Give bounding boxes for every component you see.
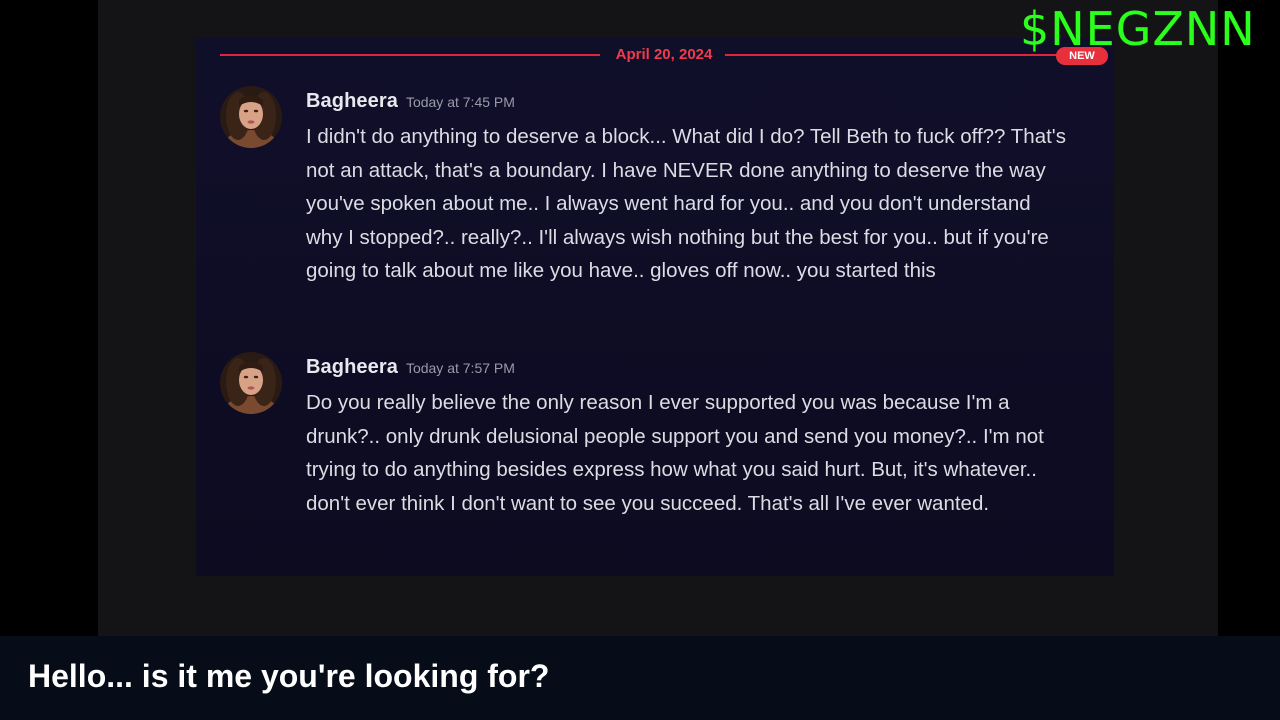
avatar-image [220,352,282,414]
author-name[interactable]: Bagheera [306,90,398,112]
message-header: Bagheera Today at 7:45 PM [306,90,515,114]
divider-line-right [725,54,1065,56]
caption-bar: Hello... is it me you're looking for? [0,636,1280,720]
divider-date: April 20, 2024 [615,46,713,63]
avatar[interactable] [220,352,282,414]
avatar-image [220,86,282,148]
author-name[interactable]: Bagheera [306,356,398,378]
avatar[interactable] [220,86,282,148]
message-timestamp: Today at 7:45 PM [405,94,515,110]
video-stage: April 20, 2024 NEW Bagheera Today at 7:45… [0,0,1280,720]
message-text: I didn't do anything to deserve a block.… [306,125,1066,282]
message-header: Bagheera Today at 7:57 PM [306,356,515,380]
caption-text: Hello... is it me you're looking for? [28,658,550,694]
channel-watermark: $NEGZNN [1020,2,1256,56]
message-timestamp: Today at 7:57 PM [405,360,515,376]
divider-line-left [220,54,600,56]
date-divider: April 20, 2024 [220,47,1076,63]
message-text: Do you really believe the only reason I … [306,391,1044,515]
